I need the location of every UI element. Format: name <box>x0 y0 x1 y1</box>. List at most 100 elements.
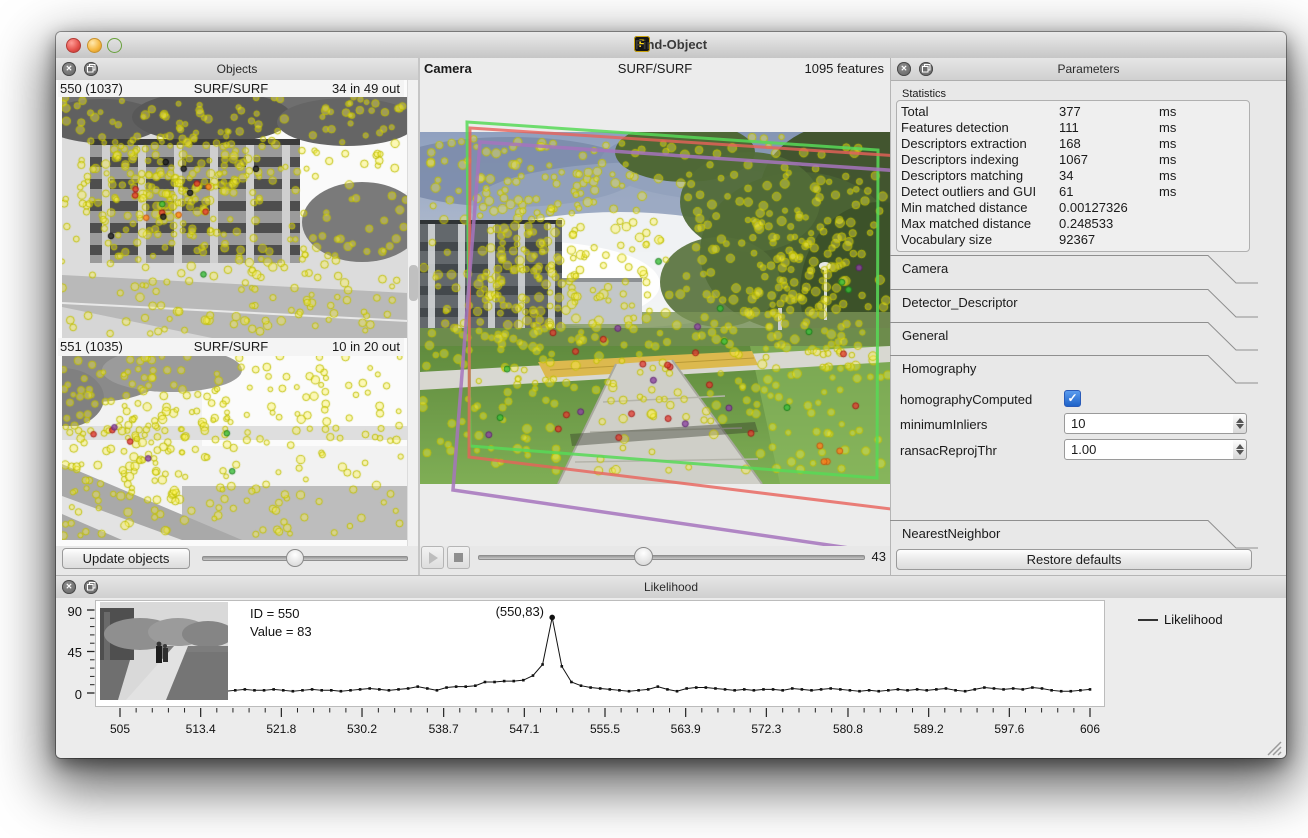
stat-value: 0.248533 <box>1059 216 1159 232</box>
stat-name: Vocabulary size <box>901 232 1059 248</box>
section-tab[interactable]: Camera <box>890 255 1286 284</box>
stat-row: Max matched distance0.248533 <box>901 216 1249 232</box>
stat-name: Total <box>901 104 1059 120</box>
camera-slider-thumb[interactable] <box>634 547 653 566</box>
likelihood-dock-title: Likelihood <box>56 580 1286 594</box>
object-image-550 <box>62 97 408 338</box>
legend-line-swatch <box>1138 619 1158 621</box>
stat-row: Descriptors extraction168ms <box>901 136 1249 152</box>
stat-value: 1067 <box>1059 152 1159 168</box>
camera-frame-slider[interactable] <box>478 555 865 560</box>
stat-row: Descriptors matching34ms <box>901 168 1249 184</box>
stat-value: 0.00127326 <box>1059 200 1159 216</box>
stat-name: Descriptors matching <box>901 168 1059 184</box>
x-tick-label: 555.5 <box>580 722 630 736</box>
statistics-label: Statistics <box>902 88 946 100</box>
section-tab[interactable]: General <box>890 322 1286 351</box>
legend-label: Likelihood <box>1164 612 1223 627</box>
play-button[interactable] <box>421 546 444 569</box>
minimum-inliers-input[interactable]: 10 <box>1064 413 1234 434</box>
stat-value: 61 <box>1059 184 1159 200</box>
stat-name: Min matched distance <box>901 200 1059 216</box>
stat-unit <box>1159 216 1249 232</box>
peak-annotation: (550,83) <box>404 604 544 619</box>
stat-unit: ms <box>1159 152 1249 168</box>
parameters-dock-header[interactable]: ✕ Parameters <box>891 58 1286 81</box>
object-inliers: 34 in 49 out <box>332 81 400 96</box>
stat-unit <box>1159 200 1249 216</box>
x-tick-label: 606 <box>1065 722 1115 736</box>
spin-down-icon[interactable] <box>1236 424 1244 429</box>
restore-defaults-button[interactable]: Restore defaults <box>896 549 1252 570</box>
update-objects-button[interactable]: Update objects <box>62 548 190 569</box>
y-tick-label: 90 <box>62 604 82 619</box>
objects-slider[interactable] <box>202 556 408 561</box>
stat-row: Descriptors indexing1067ms <box>901 152 1249 168</box>
stat-unit: ms <box>1159 168 1249 184</box>
section-tab-label: Homography <box>902 361 976 376</box>
titlebar[interactable]: F Find-Object <box>56 32 1286 59</box>
stat-value: 168 <box>1059 136 1159 152</box>
spin-up-icon[interactable] <box>1236 444 1244 449</box>
stat-row: Detect outliers and GUI61ms <box>901 184 1249 200</box>
selected-id-text: ID = 550 <box>250 606 300 621</box>
camera-image <box>420 132 890 484</box>
ransac-reproj-input[interactable]: 1.00 <box>1064 439 1234 460</box>
section-tab-label: Camera <box>902 261 948 276</box>
x-tick-label: 513.4 <box>176 722 226 736</box>
stat-unit: ms <box>1159 136 1249 152</box>
stat-value: 92367 <box>1059 232 1159 248</box>
stat-name: Descriptors extraction <box>901 136 1059 152</box>
x-tick-label: 580.8 <box>823 722 873 736</box>
stat-unit <box>1159 232 1249 248</box>
window-title: Find-Object <box>56 37 1286 52</box>
stat-row: Vocabulary size92367 <box>901 232 1249 248</box>
resize-grip[interactable] <box>1264 738 1282 756</box>
minimum-inliers-label: minimumInliers <box>900 417 987 432</box>
x-tick-label: 530.2 <box>337 722 387 736</box>
stat-unit: ms <box>1159 104 1249 120</box>
object-item-header: 550 (1037) SURF/SURF 34 in 49 out <box>58 80 404 97</box>
y-axis-ticks <box>85 600 95 707</box>
section-tab[interactable]: Homography <box>890 355 1286 384</box>
object-inliers: 10 in 20 out <box>332 339 400 354</box>
x-tick-label: 538.7 <box>419 722 469 736</box>
ransac-reproj-stepper[interactable] <box>1233 439 1247 460</box>
likelihood-dock-header[interactable]: ✕ Likelihood <box>56 576 1286 599</box>
stat-name: Descriptors indexing <box>901 152 1059 168</box>
stat-unit: ms <box>1159 120 1249 136</box>
spin-up-icon[interactable] <box>1236 418 1244 423</box>
object-image-551 <box>62 356 408 540</box>
stat-unit: ms <box>1159 184 1249 200</box>
app-window: F Find-Object ✕ Objects 550 (1037) SURF/… <box>56 32 1286 758</box>
section-tab-label: General <box>902 328 948 343</box>
section-tab[interactable]: Detector_Descriptor <box>890 289 1286 318</box>
play-icon <box>429 552 438 564</box>
y-tick-label: 45 <box>62 645 82 660</box>
minimum-inliers-stepper[interactable] <box>1233 413 1247 434</box>
likelihood-thumbnail <box>100 602 228 700</box>
statistics-panel: Total377msFeatures detection111msDescrip… <box>896 100 1250 252</box>
x-tick-label: 563.9 <box>661 722 711 736</box>
stat-name: Max matched distance <box>901 216 1059 232</box>
camera-view <box>420 80 890 546</box>
objects-slider-thumb[interactable] <box>286 549 304 567</box>
frame-number: 43 <box>864 549 886 564</box>
section-tab-label: NearestNeighbor <box>902 526 1000 541</box>
homography-computed-checkbox[interactable]: ✓ <box>1064 390 1081 407</box>
objects-dock-title: Objects <box>56 62 418 76</box>
x-tick-label: 547.1 <box>499 722 549 736</box>
stop-button[interactable] <box>447 546 470 569</box>
camera-feature-count: 1095 features <box>804 61 884 76</box>
selected-value-text: Value = 83 <box>250 624 312 639</box>
object-item-header: 551 (1035) SURF/SURF 10 in 20 out <box>58 338 404 356</box>
objects-dock-header[interactable]: ✕ Objects <box>56 58 418 81</box>
parameters-dock-title: Parameters <box>891 62 1286 76</box>
spin-down-icon[interactable] <box>1236 450 1244 455</box>
x-tick-label: 597.6 <box>984 722 1034 736</box>
stop-icon <box>454 553 463 562</box>
camera-header: Camera SURF/SURF 1095 features <box>420 58 890 80</box>
stat-row: Min matched distance0.00127326 <box>901 200 1249 216</box>
scrollbar-thumb[interactable] <box>409 265 418 301</box>
section-tab[interactable]: NearestNeighbor <box>890 520 1286 549</box>
